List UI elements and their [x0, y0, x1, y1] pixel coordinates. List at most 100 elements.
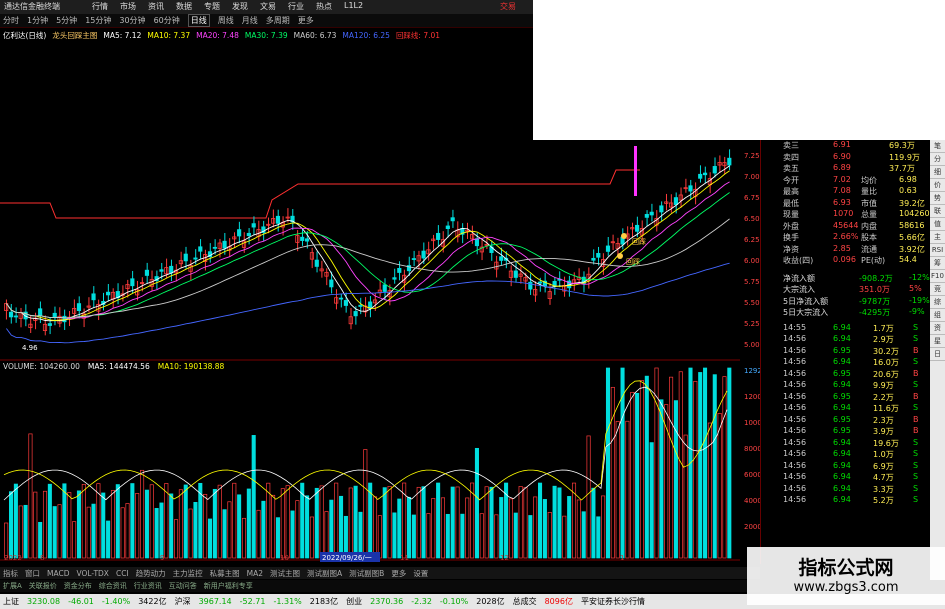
side-tab[interactable]: 笔 [930, 140, 945, 153]
volume-bar [42, 490, 48, 559]
info-tab[interactable]: 行业资讯 [134, 581, 162, 591]
period-tab[interactable]: 15分钟 [85, 15, 111, 26]
volume-bar [436, 482, 441, 559]
side-tab[interactable]: 分 [930, 153, 945, 166]
indicator-tab[interactable]: MACD [47, 569, 69, 578]
volume-bar [67, 492, 72, 559]
signal-label: 回踩 [626, 258, 640, 266]
period-tab[interactable]: 多周期 [266, 15, 290, 26]
side-tab[interactable]: 势 [930, 192, 945, 205]
indicator-tab[interactable]: 主力监控 [173, 568, 203, 579]
volume-bar [353, 485, 358, 559]
period-tab[interactable]: 日线 [187, 14, 210, 27]
info-tab[interactable]: 互动问答 [169, 581, 197, 591]
menu-item[interactable]: 资讯 [148, 1, 164, 12]
tick-volume: 9.9万 [873, 381, 894, 390]
period-tab[interactable]: 月线 [242, 15, 258, 26]
sz-name[interactable]: 沪深 [175, 596, 191, 607]
kline-chart[interactable]: 7.25 7.00 6.75 6.50 6.25 6.00 5.75 5.50 5.25 5.00… [0, 140, 760, 564]
tick-price: 6.95 [833, 426, 851, 435]
candle [673, 197, 679, 205]
side-tab[interactable]: 资 [930, 322, 945, 335]
sh-name[interactable]: 上证 [3, 596, 19, 607]
menu-item[interactable]: 行情 [92, 1, 108, 12]
side-tab[interactable]: 细 [930, 166, 945, 179]
indicator-tab[interactable]: CCI [116, 569, 129, 578]
side-tab[interactable]: RSI [930, 244, 945, 257]
indicator-tab[interactable]: MA2 [247, 569, 263, 578]
side-tab[interactable]: 价 [930, 179, 945, 192]
info-tab[interactable]: 资金分布 [64, 581, 92, 591]
volume-bar [630, 391, 635, 559]
side-tab[interactable]: 联 [930, 205, 945, 218]
quote-value: 0.096 [833, 255, 856, 264]
candle [353, 311, 358, 317]
period-tab[interactable]: 分时 [3, 15, 19, 26]
tick-time: 14:56 [783, 495, 807, 504]
indicator-tab[interactable]: 趋势动力 [136, 568, 166, 579]
info-tab[interactable]: 综合资讯 [99, 581, 127, 591]
indicator-tab[interactable]: 窗口 [25, 568, 40, 579]
trade-button[interactable]: 交易 [500, 1, 516, 12]
side-tab[interactable]: 筹 [930, 257, 945, 270]
side-tab[interactable]: 主 [930, 231, 945, 244]
volume-bar [237, 494, 242, 559]
date-axis-label: 9 [160, 554, 164, 562]
side-tab[interactable]: 日 [930, 348, 945, 361]
indicator-tab[interactable]: 测试副图B [349, 568, 384, 579]
menu-item[interactable]: 发现 [232, 1, 248, 12]
indicator-tab[interactable]: 设置 [413, 568, 428, 579]
indicator-tab[interactable]: 更多 [391, 568, 406, 579]
volume-axis-label: 6000 [744, 471, 760, 479]
period-tab[interactable]: 5分钟 [56, 15, 77, 26]
indicator-tab[interactable]: 私募主图 [210, 568, 240, 579]
side-tab[interactable]: 组 [930, 309, 945, 322]
volume-bar [23, 504, 28, 559]
candle [528, 281, 533, 290]
formula-label[interactable]: 龙头回踩主图 [52, 30, 97, 41]
menu-item[interactable]: 行业 [288, 1, 304, 12]
menu-item[interactable]: L1L2 [344, 1, 363, 12]
info-tab[interactable]: 新用户福利专享 [204, 581, 253, 591]
candle [169, 265, 174, 274]
tick-volume: 20.6万 [873, 369, 899, 379]
tick-side: B [913, 345, 919, 355]
indicator-tab[interactable]: 测试副图A [307, 568, 342, 579]
price-axis-label: 6.00 [744, 257, 760, 265]
volume-bar [339, 495, 344, 559]
period-tab[interactable]: 30分钟 [119, 15, 145, 26]
menu-item[interactable]: 市场 [120, 1, 136, 12]
tick-row: 14:56 6.94 11.6万 S [761, 403, 931, 414]
volume-bar [387, 486, 392, 559]
menu-item[interactable]: 热点 [316, 1, 332, 12]
info-tab[interactable]: 扩展A [3, 581, 22, 591]
side-tab[interactable]: 值 [930, 218, 945, 231]
side-tab[interactable]: 综 [930, 296, 945, 309]
volume-bar [52, 506, 57, 559]
tick-row: 14:56 6.94 19.6万 S [761, 438, 931, 449]
volume-bar [76, 490, 82, 559]
quote-key: 卖四 [783, 152, 799, 162]
cy-name[interactable]: 创业 [346, 596, 362, 607]
period-tab[interactable]: 60分钟 [154, 15, 180, 26]
menu-item[interactable]: 数据 [176, 1, 192, 12]
side-tab[interactable]: 竞 [930, 283, 945, 296]
period-tab[interactable]: 更多 [298, 15, 314, 26]
menu-item[interactable]: 专题 [204, 1, 220, 12]
indicator-tab[interactable]: VOL-TDX [76, 569, 108, 578]
side-tab[interactable]: 星 [930, 335, 945, 348]
quote-row: 卖三 6.91 69.3万 [761, 140, 931, 151]
info-tab[interactable]: 关联报价 [29, 581, 57, 591]
volume-bar [639, 380, 644, 559]
quote-key2: PE(动) [861, 256, 886, 265]
menu-item[interactable]: 文易 [260, 1, 276, 12]
tick-row: 14:56 6.94 4.7万 S [761, 472, 931, 483]
price-axis-label: 6.50 [744, 215, 760, 223]
tick-price: 6.94 [833, 380, 851, 389]
period-tab[interactable]: 1分钟 [27, 15, 48, 26]
indicator-tab[interactable]: 测试主图 [270, 568, 300, 579]
side-tab[interactable]: F10 [930, 270, 945, 283]
indicator-tab[interactable]: 指标 [3, 568, 18, 579]
period-tab[interactable]: 周线 [218, 15, 234, 26]
candle [91, 293, 96, 301]
